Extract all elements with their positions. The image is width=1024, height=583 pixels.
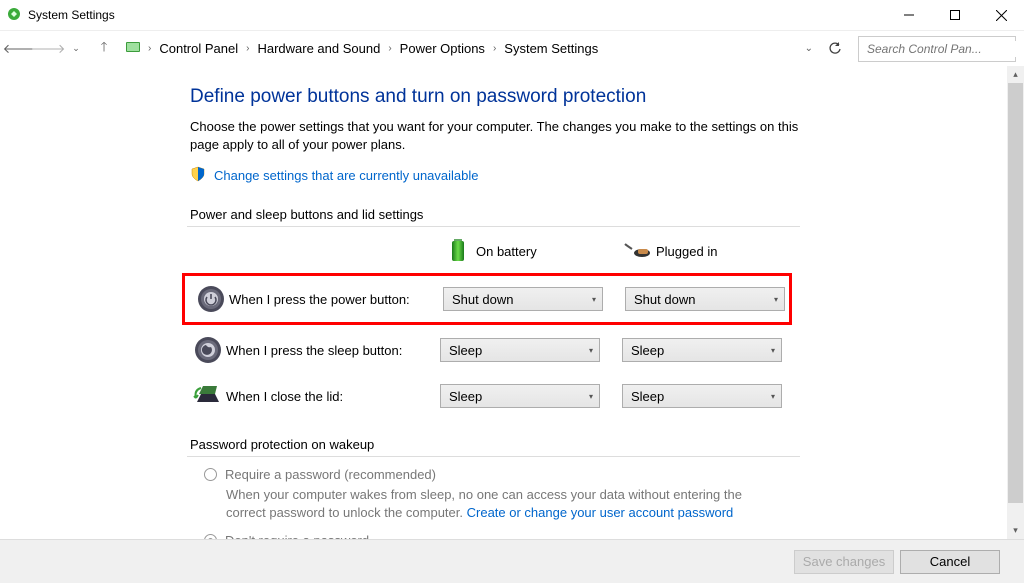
column-header: Plugged in: [656, 244, 776, 259]
chevron-right-icon: ›: [145, 43, 154, 54]
refresh-button[interactable]: [824, 38, 846, 60]
breadcrumb-item[interactable]: Power Options: [398, 39, 487, 58]
chevron-down-icon: ▾: [592, 295, 596, 304]
breadcrumb-item[interactable]: Hardware and Sound: [255, 39, 382, 58]
row-label: When I close the lid:: [226, 389, 440, 404]
chevron-down-icon: ▾: [771, 346, 775, 355]
chevron-right-icon: ›: [385, 43, 394, 54]
titlebar: System Settings: [0, 0, 1024, 30]
app-icon: [6, 6, 22, 25]
power-button-icon: [193, 285, 229, 313]
chevron-down-icon: ▾: [771, 392, 775, 401]
lid-plugged-dropdown[interactable]: Sleep▾: [622, 384, 782, 408]
sleep-battery-dropdown[interactable]: Sleep▾: [440, 338, 600, 362]
cancel-button[interactable]: Cancel: [900, 550, 1000, 574]
forward-button[interactable]: 🡒: [36, 37, 60, 61]
radio-description: When your computer wakes from sleep, no …: [190, 484, 780, 529]
chevron-down-icon[interactable]: ⌄: [802, 43, 816, 54]
scrollbar[interactable]: ▴ ▾: [1007, 66, 1024, 539]
require-password-radio: Require a password (recommended): [190, 463, 990, 484]
power-battery-dropdown[interactable]: Shut down▾: [443, 287, 603, 311]
scroll-up-icon[interactable]: ▴: [1007, 66, 1024, 83]
section-heading: Password protection on wakeup: [190, 437, 990, 452]
page-heading: Define power buttons and turn on passwor…: [190, 86, 990, 108]
scroll-down-icon[interactable]: ▾: [1007, 522, 1024, 539]
highlight-annotation: When I press the power button: Shut down…: [182, 273, 792, 325]
power-plugged-dropdown[interactable]: Shut down▾: [625, 287, 785, 311]
close-button[interactable]: [978, 0, 1024, 30]
breadcrumb-icon: [124, 38, 142, 59]
window-title: System Settings: [28, 8, 115, 22]
chevron-down-icon: ▾: [589, 392, 593, 401]
breadcrumb-item[interactable]: Control Panel: [157, 39, 240, 58]
up-button[interactable]: 🡑: [92, 37, 116, 61]
footer: Save changes Cancel: [0, 539, 1024, 583]
change-settings-link[interactable]: Change settings that are currently unava…: [214, 168, 479, 183]
page-description: Choose the power settings that you want …: [190, 118, 830, 154]
sleep-plugged-dropdown[interactable]: Sleep▾: [622, 338, 782, 362]
back-button[interactable]: 🡐: [8, 37, 32, 61]
maximize-button[interactable]: [932, 0, 978, 30]
account-password-link[interactable]: Create or change your user account passw…: [467, 505, 734, 520]
lid-battery-dropdown[interactable]: Sleep▾: [440, 384, 600, 408]
history-dropdown[interactable]: ⌄: [64, 37, 88, 61]
row-label: When I press the sleep button:: [226, 343, 440, 358]
minimize-button[interactable]: [886, 0, 932, 30]
shield-icon: [190, 166, 206, 185]
breadcrumb[interactable]: › Control Panel › Hardware and Sound › P…: [120, 38, 820, 59]
chevron-right-icon: ›: [243, 43, 252, 54]
chevron-down-icon: ▾: [589, 346, 593, 355]
column-header: On battery: [476, 244, 596, 259]
radio-label: Require a password (recommended): [225, 467, 436, 482]
chevron-right-icon: ›: [490, 43, 499, 54]
scroll-thumb[interactable]: [1008, 83, 1023, 503]
row-label: When I press the power button:: [229, 292, 443, 307]
chevron-down-icon: ▾: [774, 295, 778, 304]
lid-icon: [190, 384, 226, 408]
plug-icon: [620, 243, 656, 259]
save-button[interactable]: Save changes: [794, 550, 894, 574]
radio-icon: [204, 468, 217, 481]
section-heading: Power and sleep buttons and lid settings: [190, 207, 990, 222]
breadcrumb-item[interactable]: System Settings: [502, 39, 600, 58]
search-input[interactable]: [865, 41, 1024, 57]
search-box[interactable]: [858, 36, 1016, 62]
toolbar: 🡐 🡒 ⌄ 🡑 › Control Panel › Hardware and S…: [0, 30, 1024, 66]
battery-icon: [440, 237, 476, 265]
sleep-button-icon: [190, 336, 226, 364]
